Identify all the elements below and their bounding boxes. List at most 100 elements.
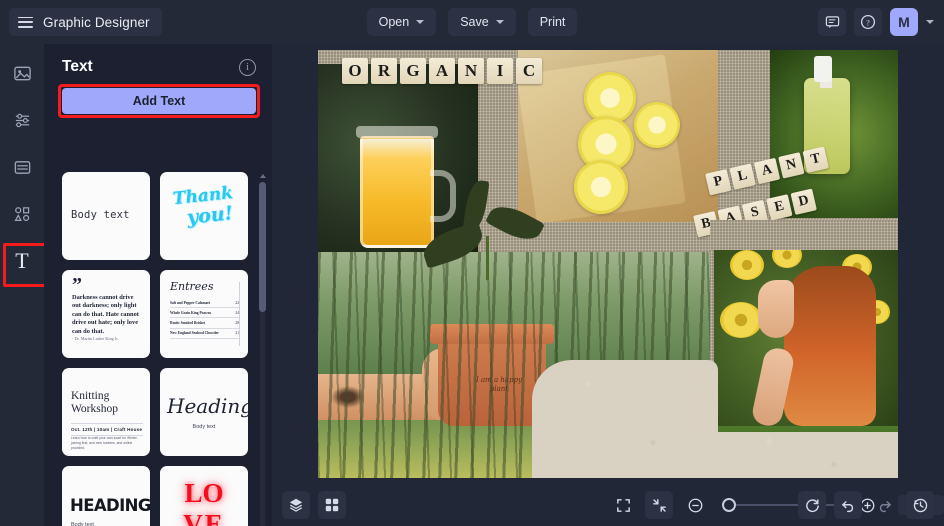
flower <box>720 302 762 338</box>
card-quote-credit: - Dr. Martin Luther King Jr. <box>72 336 119 341</box>
save-button[interactable]: Save <box>448 8 516 36</box>
tattoo <box>328 384 368 410</box>
forearm <box>318 374 462 420</box>
sidebar-item-background[interactable] <box>0 149 44 185</box>
text-template-list: Body text Thank you! ” Darkness cannot d… <box>62 172 256 526</box>
jar-handle <box>430 170 456 222</box>
scroll-up-icon[interactable] <box>260 174 266 178</box>
card-love: LO VE <box>160 478 248 526</box>
bottom-bar: 19% <box>272 484 944 526</box>
comment-icon <box>825 15 839 28</box>
sidebar-item-adjustments[interactable] <box>0 102 44 138</box>
undo-icon <box>841 500 853 512</box>
pot-inscription: I am a happy plant <box>468 376 530 394</box>
text-template-card[interactable]: Thank you! <box>160 172 248 260</box>
panel-title: Text <box>62 58 93 75</box>
card-knitting-heading: Knitting Workshop <box>71 390 118 415</box>
menu-item-price: 24 <box>235 310 239 315</box>
canvas-stage[interactable]: O R G A N I C P L A N T B A S E D I am a… <box>272 44 944 484</box>
avatar-chevron-down-icon[interactable] <box>926 20 934 24</box>
chevron-down-icon <box>416 20 425 24</box>
chevron-down-icon <box>495 20 504 24</box>
quote-mark-icon: ” <box>72 274 82 296</box>
app-window: Graphic Designer Open Save Print ? M T T… <box>0 0 944 526</box>
text-template-card[interactable]: HEADING Body text <box>62 466 150 526</box>
reset-icon <box>805 498 819 512</box>
text-template-card[interactable]: ” Darkness cannot drive out darkness; on… <box>62 270 150 358</box>
open-button[interactable]: Open <box>366 8 437 36</box>
pot-text-line1: I am a happy <box>475 376 523 384</box>
collage-artboard[interactable]: O R G A N I C P L A N T B A S E D I am a… <box>318 50 898 478</box>
card-quote-text: Darkness cannot drive out darkness; only… <box>72 294 139 335</box>
text-template-card[interactable]: Knitting Workshop Oct. 12th | 10am | Cra… <box>62 368 150 456</box>
top-bar: Graphic Designer Open Save Print ? M <box>0 0 944 44</box>
hamburger-icon[interactable] <box>18 16 33 28</box>
hand <box>422 348 474 420</box>
scrollbar-thumb[interactable] <box>259 182 266 312</box>
text-template-card[interactable]: LO VE <box>160 466 248 526</box>
menu-item-name: New England Seafood Chowder <box>170 331 219 336</box>
menu-item-price: 22 <box>235 300 239 305</box>
collapse-icon <box>652 498 666 512</box>
letter-tile: L <box>729 163 756 190</box>
save-label: Save <box>460 15 489 29</box>
grid-icon <box>325 498 339 512</box>
menu-row: Salt and Pepper Calamari 22 <box>170 298 239 309</box>
woman-hair <box>784 266 876 426</box>
card-heading-bold-body: Body text <box>71 522 94 526</box>
layers-button[interactable] <box>282 491 310 519</box>
zoom-out-button[interactable] <box>681 491 709 519</box>
terracotta-pot <box>438 334 546 426</box>
info-icon[interactable]: i <box>239 58 256 76</box>
panel-header: Text i <box>44 44 272 76</box>
card-entrees-heading: Entrees <box>170 280 214 293</box>
menu-item-name: Rustic Smoked Brisket <box>170 320 206 325</box>
reset-button[interactable] <box>798 491 826 519</box>
card-heading-script: Heading <box>167 394 248 418</box>
help-button[interactable]: ? <box>854 8 882 36</box>
comment-button[interactable] <box>818 8 846 36</box>
menu-item-price: 28 <box>235 320 239 325</box>
undo-button[interactable] <box>834 491 862 519</box>
menu-row: New England Seafood Chowder 21 <box>170 329 239 339</box>
card-body-text: Body text <box>71 209 130 221</box>
zoom-slider-handle[interactable] <box>722 498 736 512</box>
top-menu-group: Open Save Print <box>352 8 592 36</box>
grid-button[interactable] <box>318 491 346 519</box>
history-button[interactable] <box>906 491 934 519</box>
sidebar-item-images[interactable] <box>0 55 44 91</box>
menu-divider <box>239 282 240 346</box>
text-template-card[interactable]: Body text <box>62 172 150 260</box>
avatar[interactable]: M <box>890 8 918 36</box>
word-organic[interactable]: O R G A N I C <box>342 58 542 84</box>
shapes-icon <box>14 206 29 221</box>
text-template-card[interactable]: Entrees Salt and Pepper Calamari 22 Whol… <box>160 270 248 358</box>
add-text-highlight: Add Text <box>58 84 260 118</box>
letter-tile: N <box>458 58 484 84</box>
redo-button[interactable] <box>870 491 898 519</box>
lemon-slice <box>574 160 628 214</box>
app-brand[interactable]: Graphic Designer <box>9 8 162 36</box>
print-label: Print <box>539 15 566 29</box>
stone-slab[interactable] <box>532 360 718 478</box>
pot-rim <box>430 324 554 344</box>
text-panel: Text i Add Text Body text Thank you! ” D… <box>44 44 272 526</box>
text-template-card[interactable]: Heading Body text <box>160 368 248 456</box>
help-circle-icon: ? <box>860 14 876 30</box>
stone-ledge[interactable] <box>714 432 898 478</box>
menu-list: Salt and Pepper Calamari 22 Whole Grain … <box>170 298 239 339</box>
love-line2: VE <box>183 509 225 526</box>
sidebar-item-text[interactable]: T <box>0 243 47 287</box>
menu-item-name: Salt and Pepper Calamari <box>170 300 210 305</box>
print-button[interactable]: Print <box>527 8 578 36</box>
fit-to-screen-button[interactable] <box>609 491 637 519</box>
add-text-button[interactable]: Add Text <box>62 88 256 114</box>
panel-scrollbar[interactable] <box>259 174 266 526</box>
menu-item-price: 21 <box>235 331 239 336</box>
sidebar-item-elements[interactable] <box>0 196 44 232</box>
photo-lemon-board[interactable] <box>518 50 718 222</box>
collapse-button[interactable] <box>645 491 673 519</box>
text-icon: T <box>15 248 29 273</box>
thank-line2: you! <box>186 202 234 229</box>
menu-item-name: Whole Grain King Prawns <box>170 310 212 315</box>
